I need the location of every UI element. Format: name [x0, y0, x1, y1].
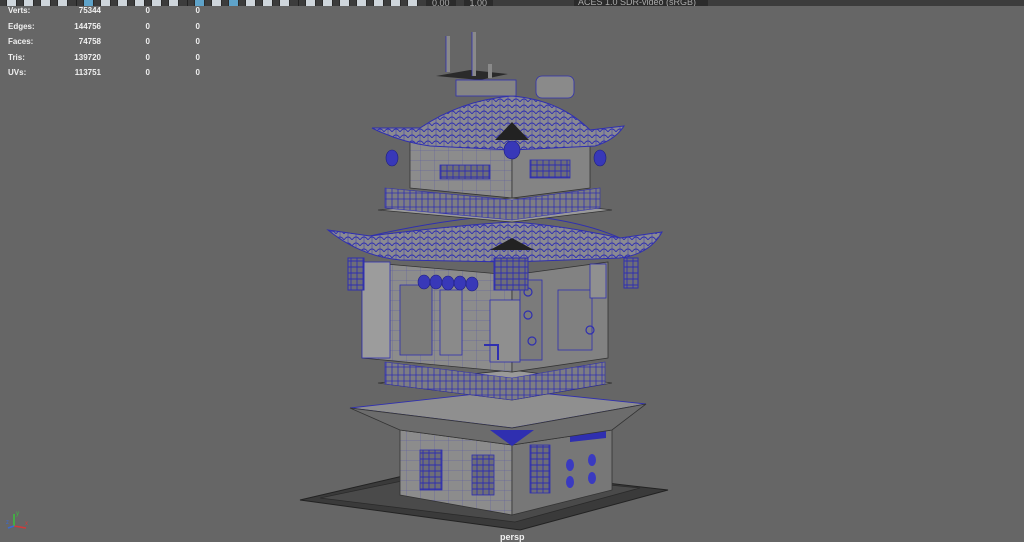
hud-value: 0: [195, 52, 200, 62]
hud-value: 0: [145, 6, 150, 15]
hud-value: 113751: [74, 68, 101, 77]
hud-value: 0: [195, 37, 200, 46]
hud-value: 139720: [74, 52, 101, 62]
hud-value: 0: [145, 68, 150, 77]
hud-value: 144756: [74, 21, 101, 31]
camera-name-label: persp: [500, 532, 525, 542]
hud-label: Faces:: [8, 37, 34, 46]
z-axis-icon: [7, 525, 15, 529]
middle-floor: [361, 261, 609, 373]
hud-label: Verts:: [8, 6, 31, 15]
hud-value: 0: [145, 37, 150, 46]
hud-value: 0: [195, 6, 200, 15]
hud-value: 74758: [78, 37, 101, 46]
rooftop-details: [436, 32, 575, 99]
viewport-3d-model[interactable]: [0, 0, 1024, 542]
hud-label: UVs:: [8, 68, 27, 77]
hud-value: 0: [145, 21, 150, 31]
hud-value: 0: [195, 68, 200, 77]
x-axis-label: x: [25, 521, 28, 527]
hud-value: 0: [195, 21, 200, 31]
z-axis-label: z: [6, 520, 9, 526]
hud-value: 75344: [78, 6, 101, 15]
hud-label: Tris:: [8, 52, 25, 62]
hud-value: 0: [145, 52, 150, 62]
hud-label: Edges:: [8, 21, 35, 31]
view-axis-gizmo: x y z: [6, 511, 28, 529]
y-axis-label: y: [16, 511, 19, 517]
